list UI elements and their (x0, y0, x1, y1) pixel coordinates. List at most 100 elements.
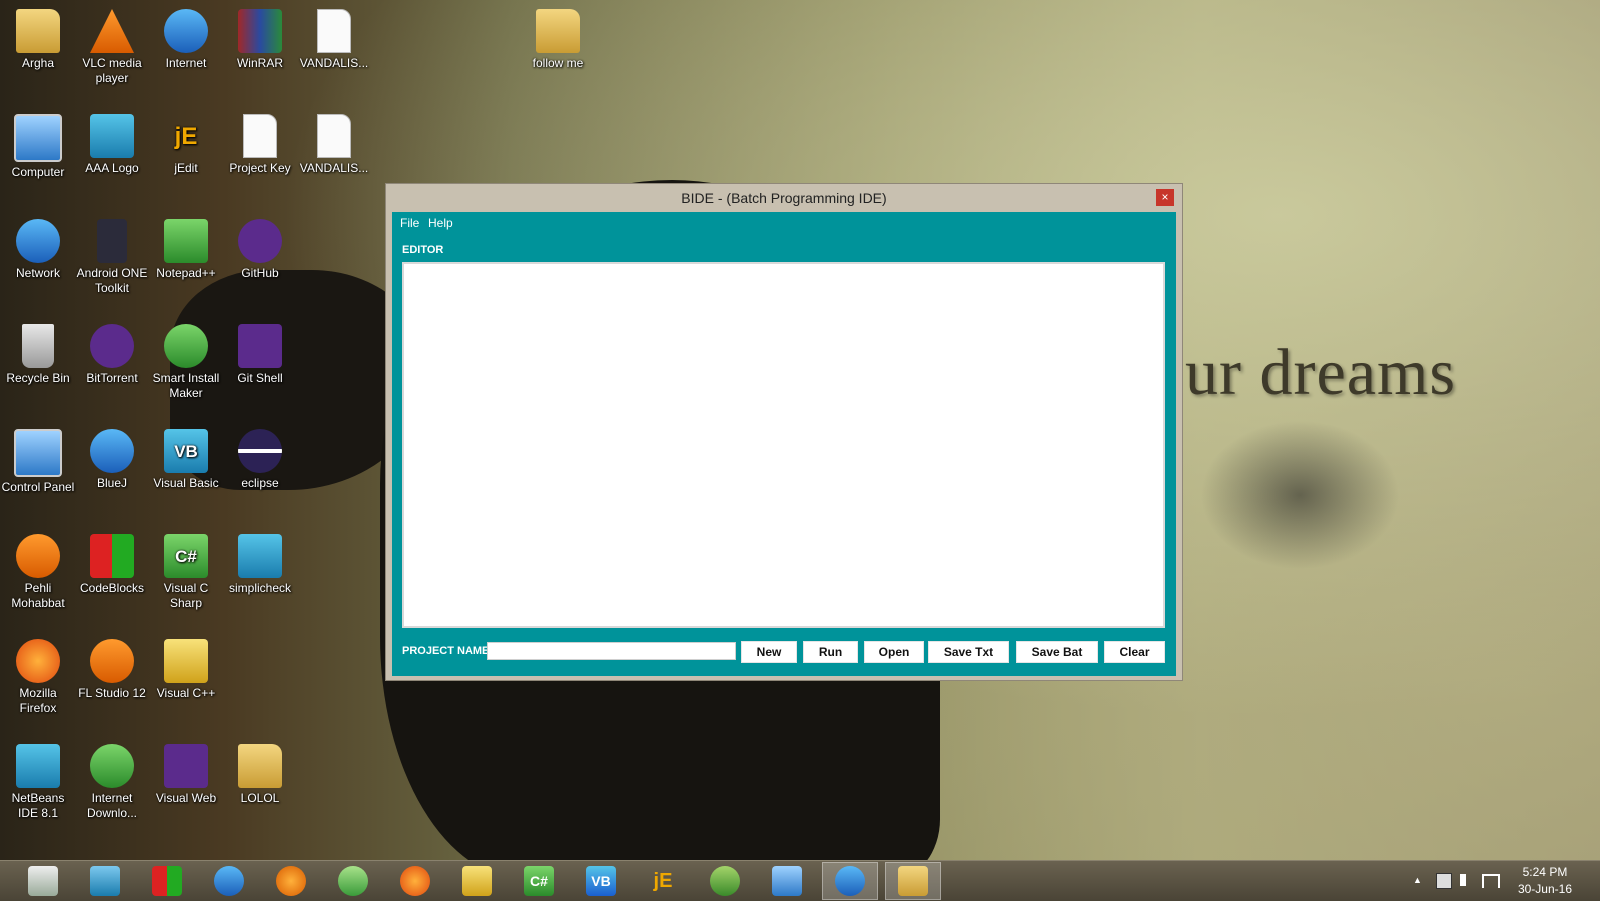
icon-label: Git Shell (237, 371, 283, 385)
desktop-icon-aaa-logo[interactable]: AAA Logo (74, 110, 150, 176)
codeblocks-icon (90, 534, 134, 578)
computer-icon (14, 114, 62, 162)
fl-studio-icon (90, 639, 134, 683)
window-title: BIDE - (Batch Programming IDE) (681, 190, 887, 206)
desktop-icon-internet-download[interactable]: Internet Downlo... (74, 740, 150, 821)
desktop-icon-pehli-mohabbat[interactable]: Pehli Mohabbat (0, 530, 76, 611)
desktop-icon-computer[interactable]: Computer (0, 110, 76, 180)
icon-label: Project Key (229, 161, 291, 175)
icon-label: Visual C++ (156, 686, 216, 700)
icon-label: Visual Basic (153, 476, 219, 490)
icon-label: simplicheck (228, 581, 291, 595)
editor-textarea[interactable] (402, 262, 1165, 628)
desktop-icon-visual-csharp[interactable]: C# Visual C Sharp (148, 530, 224, 611)
fl-studio-icon[interactable] (276, 866, 306, 896)
codeblocks-icon[interactable] (152, 866, 182, 896)
network-tray-icon[interactable] (1482, 874, 1500, 888)
icon-label: VLC media player (82, 56, 142, 85)
desktop-icon-bluej[interactable]: BlueJ (74, 425, 150, 491)
recycle-bin-icon (22, 324, 54, 368)
desktop-icon-bittorrent[interactable]: BitTorrent (74, 320, 150, 386)
cpp-icon[interactable] (462, 866, 492, 896)
task-manager-icon[interactable] (28, 866, 58, 896)
desktop-icon-simplicheck[interactable]: simplicheck (222, 530, 298, 596)
run-button[interactable]: Run (803, 641, 858, 663)
firefox-icon[interactable] (400, 866, 430, 896)
desktop-icon-firefox[interactable]: Mozilla Firefox (0, 635, 76, 716)
desktop-icon-lolol[interactable]: LOLOL (222, 740, 298, 806)
close-button[interactable]: × (1156, 189, 1174, 206)
desktop-icon-visual-cpp[interactable]: Visual C++ (148, 635, 224, 701)
desktop-icon-git-shell[interactable]: Git Shell (222, 320, 298, 386)
csharp-icon[interactable]: C# (524, 866, 554, 896)
icon-label: Recycle Bin (6, 371, 70, 385)
cpp-icon (164, 639, 208, 683)
desktop-icon-jedit[interactable]: jE jEdit (148, 110, 224, 176)
desktop-icon-control-panel[interactable]: Control Panel (0, 425, 76, 495)
icon-label: VANDALIS... (299, 161, 369, 175)
desktop-icon-internet[interactable]: Internet (148, 5, 224, 71)
save-bat-button[interactable]: Save Bat (1016, 641, 1098, 663)
desktop-icon-network[interactable]: Network (0, 215, 76, 281)
installer-icon[interactable] (338, 866, 368, 896)
icon-label: Control Panel (1, 480, 75, 494)
project-name-input[interactable] (487, 642, 736, 660)
desktop-icon-github[interactable]: GitHub (222, 215, 298, 281)
folder-icon[interactable] (898, 866, 928, 896)
save-txt-button[interactable]: Save Txt (928, 641, 1009, 663)
icon-label: Mozilla Firefox (19, 686, 57, 715)
vlc-icon (90, 9, 134, 53)
internet-explorer-icon[interactable] (835, 866, 865, 896)
icon-label: Argha (21, 56, 55, 70)
desktop-icon-winrar[interactable]: WinRAR (222, 5, 298, 71)
aaa-logo-icon (90, 114, 134, 158)
desktop-icon-smart-install-maker[interactable]: Smart Install Maker (148, 320, 224, 401)
taskbar-clock[interactable]: 5:24 PM 30-Jun-16 (1518, 864, 1572, 898)
window-client-area: File Help EDITOR PROJECT NAME New Run Op… (392, 212, 1176, 676)
desktop-icon-vandalis-2[interactable]: VANDALIS... (296, 110, 372, 176)
terminal-icon (238, 324, 282, 368)
new-button[interactable]: New (741, 641, 797, 663)
editor-label: EDITOR (402, 244, 444, 256)
desktop-icon-codeblocks[interactable]: CodeBlocks (74, 530, 150, 596)
window-titlebar[interactable]: BIDE - (Batch Programming IDE) (386, 184, 1182, 212)
taskbar: C# VB jE ▲ 5:24 PM 30-Jun-16 (0, 860, 1600, 901)
icon-label: Computer (11, 165, 65, 179)
icon-label: eclipse (241, 476, 279, 490)
desktop-icon-follow-me[interactable]: follow me (520, 5, 596, 71)
netbeans-icon[interactable] (90, 866, 120, 896)
visual-basic-icon: VB (164, 429, 208, 473)
clock-time: 5:24 PM (1522, 865, 1568, 879)
bluej-icon[interactable] (214, 866, 244, 896)
menu-file[interactable]: File (396, 215, 423, 231)
desktop-icon-visual-basic[interactable]: VB Visual Basic (148, 425, 224, 491)
file-explorer-icon[interactable] (772, 866, 802, 896)
clear-button[interactable]: Clear (1104, 641, 1165, 663)
desktop-icon-recycle-bin[interactable]: Recycle Bin (0, 320, 76, 386)
icon-label: VANDALIS... (299, 56, 369, 70)
menu-help[interactable]: Help (424, 215, 457, 231)
folder-icon (536, 9, 580, 53)
desktop-icon-vandalis-1[interactable]: VANDALIS... (296, 5, 372, 71)
android-studio-icon[interactable] (710, 866, 740, 896)
desktop-icon-visual-web[interactable]: Visual Web (148, 740, 224, 806)
visual-basic-icon[interactable]: VB (586, 866, 616, 896)
desktop-icon-fl-studio[interactable]: FL Studio 12 (74, 635, 150, 701)
action-center-icon[interactable] (1436, 873, 1452, 889)
desktop-icon-argha[interactable]: Argha (0, 5, 76, 71)
download-manager-icon (90, 744, 134, 788)
android-toolkit-icon (97, 219, 127, 263)
icon-label: AAA Logo (85, 161, 139, 175)
icon-label: Visual C Sharp (163, 581, 209, 610)
desktop-icon-project-key[interactable]: Project Key (222, 110, 298, 176)
icon-label: jEdit (174, 161, 198, 175)
jedit-icon[interactable]: jE (648, 866, 678, 896)
desktop-icon-netbeans[interactable]: NetBeans IDE 8.1 (0, 740, 76, 821)
volume-icon[interactable] (1460, 874, 1478, 886)
tray-expand-icon[interactable]: ▲ (1413, 875, 1422, 885)
desktop-icon-android-toolkit[interactable]: Android ONE Toolkit (74, 215, 150, 296)
open-button[interactable]: Open (864, 641, 924, 663)
desktop-icon-vlc[interactable]: VLC media player (74, 5, 150, 86)
desktop-icon-eclipse[interactable]: eclipse (222, 425, 298, 491)
desktop-icon-notepadpp[interactable]: Notepad++ (148, 215, 224, 281)
